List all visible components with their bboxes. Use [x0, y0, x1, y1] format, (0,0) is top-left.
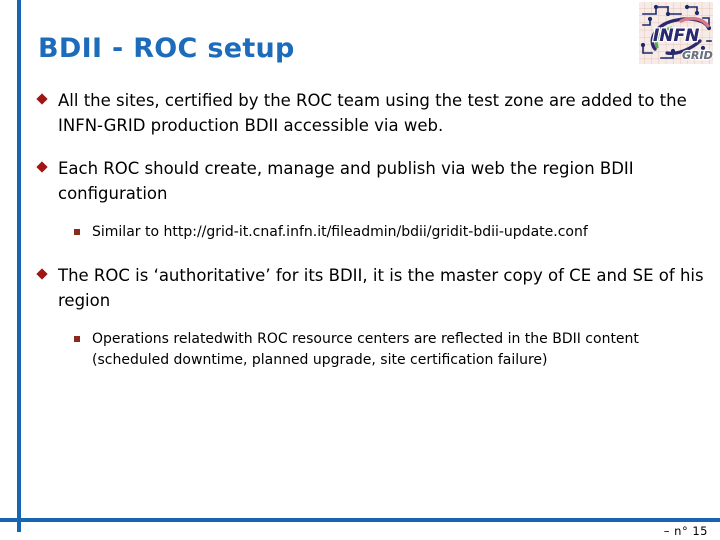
sub-bullet-text: Similar to http://grid-it.cnaf.infn.it/f…	[92, 224, 588, 240]
bullet-item: Each ROC should create, manage and publi…	[36, 156, 708, 206]
slide: BDII - ROC setup INFN INFN GRID GRID All…	[0, 0, 720, 540]
diamond-bullet-icon	[36, 161, 48, 173]
bullet-text: Each ROC should create, manage and publi…	[58, 159, 634, 203]
diamond-bullet-icon	[36, 268, 48, 280]
bottom-accent-rule	[0, 518, 720, 522]
bullet-text: The ROC is ‘authoritative’ for its BDII,…	[58, 266, 704, 310]
slide-title: BDII - ROC setup	[38, 33, 295, 64]
square-bullet-icon	[74, 229, 80, 235]
svg-text:GRID: GRID	[682, 49, 713, 62]
left-accent-bar	[17, 0, 21, 532]
bullet-text: All the sites, certified by the ROC team…	[58, 91, 687, 135]
sub-bullet-item: Operations relatedwith ROC resource cent…	[36, 329, 708, 371]
svg-text:INFN: INFN	[653, 26, 699, 46]
sub-bullet-item: Similar to http://grid-it.cnaf.infn.it/f…	[36, 222, 708, 243]
sub-bullet-text: Operations relatedwith ROC resource cent…	[92, 331, 639, 368]
square-bullet-icon	[74, 336, 80, 342]
bullet-item: The ROC is ‘authoritative’ for its BDII,…	[36, 263, 708, 313]
slide-body: All the sites, certified by the ROC team…	[36, 88, 708, 387]
bullet-item: All the sites, certified by the ROC team…	[36, 88, 708, 138]
infn-grid-logo: INFN INFN GRID GRID	[637, 1, 715, 65]
slide-number: – n° 15	[663, 524, 708, 538]
diamond-bullet-icon	[36, 93, 48, 105]
